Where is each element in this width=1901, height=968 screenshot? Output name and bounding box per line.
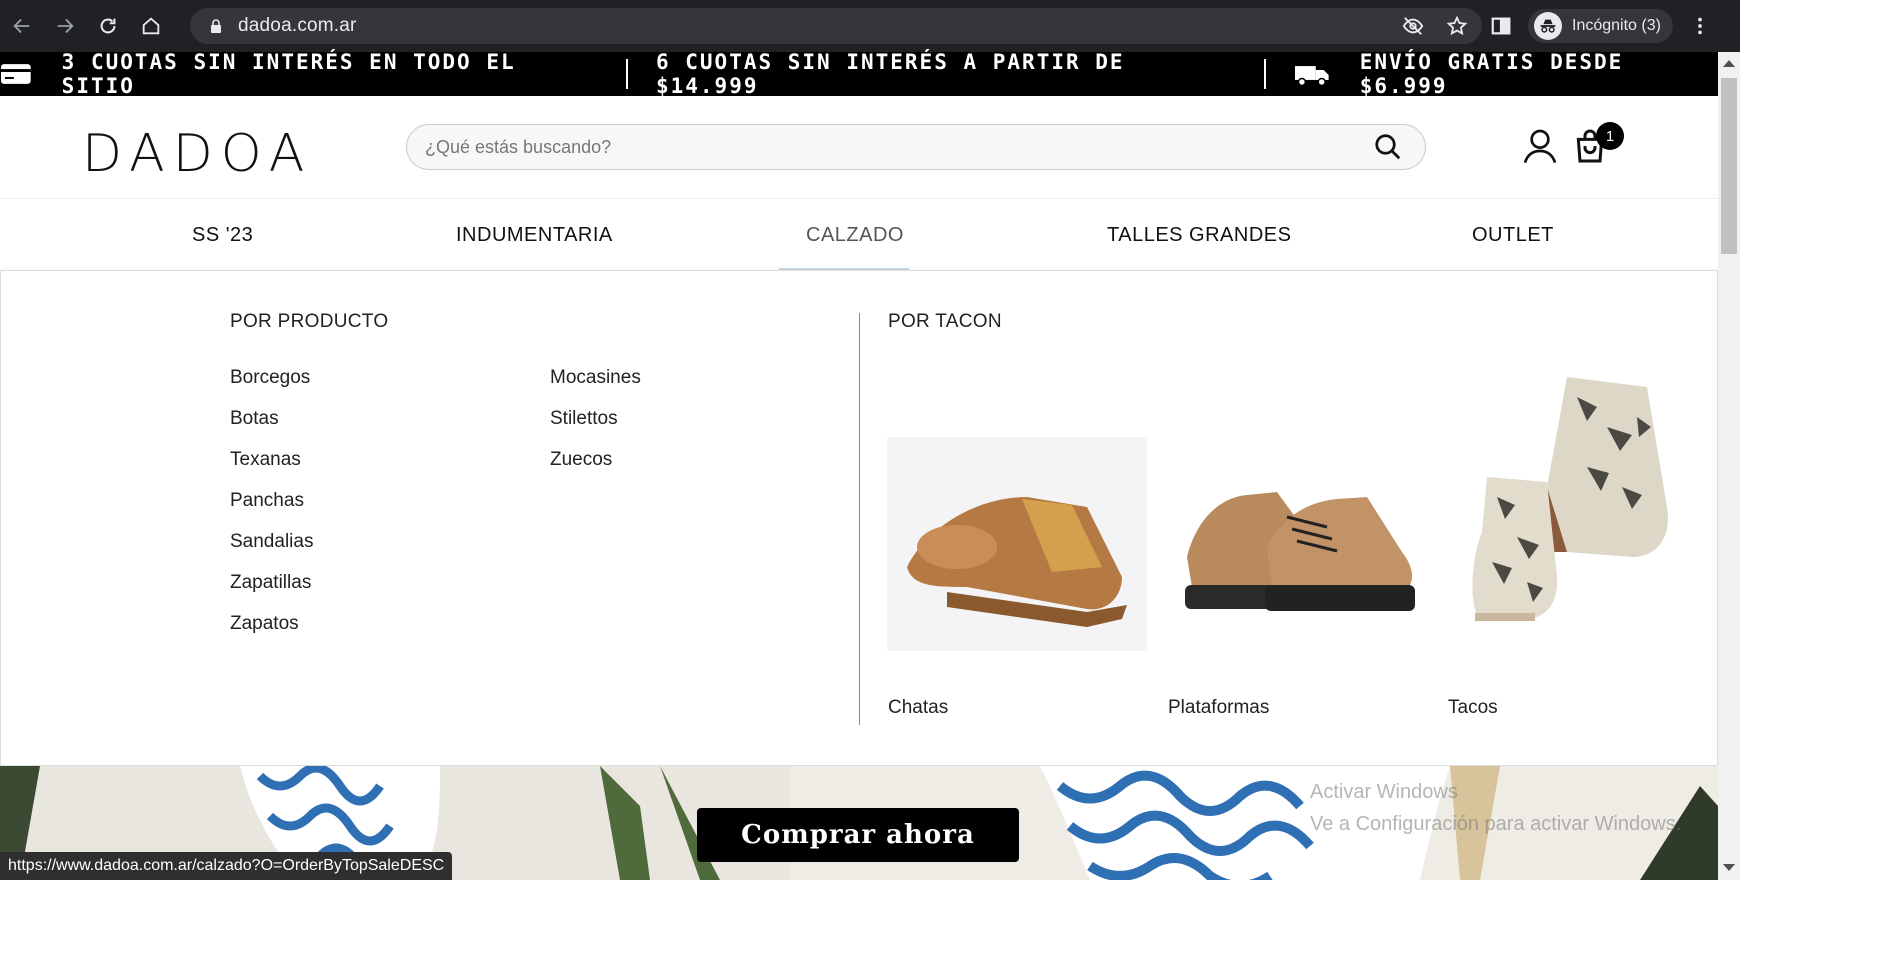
page-scrollbar[interactable] (1718, 52, 1740, 880)
side-panel-icon[interactable] (1490, 15, 1512, 37)
site-logo[interactable]: DADOA (82, 124, 312, 184)
user-icon[interactable] (1520, 126, 1560, 166)
tab-talles-grandes[interactable]: TALLES GRANDES (1107, 199, 1291, 271)
by-product-heading: POR PRODUCTO (230, 311, 389, 332)
truck-icon (1295, 66, 1329, 87)
kebab-menu-icon[interactable] (1689, 15, 1711, 37)
browser-actions: Incógnito (3) (1490, 0, 1711, 52)
scroll-up-arrow-icon[interactable] (1723, 60, 1735, 67)
scroll-down-arrow-icon[interactable] (1723, 864, 1735, 871)
tab-indumentaria[interactable]: INDUMENTARIA (456, 199, 613, 271)
incognito-label: Incógnito (3) (1572, 17, 1661, 34)
promo-text-2: 6 CUOTAS SIN INTERÉS A PARTIR DE $14.999 (655, 50, 1125, 98)
heel-link-chatas[interactable]: Chatas (888, 697, 948, 719)
eye-off-icon[interactable] (1402, 15, 1424, 37)
flat-shoe-image[interactable] (887, 437, 1147, 651)
arrow-right-icon (57, 18, 74, 34)
address-bar[interactable]: dadoa.com.ar (190, 8, 1482, 44)
home-icon (142, 17, 159, 35)
heel-link-tacos[interactable]: Tacos (1448, 697, 1498, 719)
address-url: dadoa.com.ar (238, 15, 357, 36)
menu-link-stilettos[interactable]: Stilettos (550, 408, 618, 430)
star-icon[interactable] (1446, 15, 1468, 37)
incognito-icon (1534, 12, 1562, 40)
buy-now-button[interactable]: Comprar ahora (697, 808, 1019, 862)
watermark-line-2: Ve a Configuración para activar Windows. (1310, 813, 1682, 835)
screen: dadoa.com.ar Incógnito (3) 3 CUOTAS SIN … (0, 0, 1901, 968)
promo-divider (1264, 59, 1267, 89)
menu-link-botas[interactable]: Botas (230, 408, 279, 430)
watermark-line-1: Activar Windows (1310, 781, 1458, 803)
reload-button[interactable] (86, 0, 129, 52)
cart-count-badge: 1 (1596, 122, 1624, 150)
menu-link-borcegos[interactable]: Borcegos (230, 367, 310, 389)
menu-link-zapatos[interactable]: Zapatos (230, 613, 299, 635)
menu-divider (859, 313, 860, 725)
promo-divider (626, 59, 628, 89)
browser-toolbar: dadoa.com.ar Incógnito (3) (0, 0, 1740, 52)
menu-link-zapatillas[interactable]: Zapatillas (230, 572, 311, 594)
windows-activation-watermark: Activar Windows Ve a Configuración para … (1310, 776, 1681, 840)
by-heel-heading: POR TACON (888, 311, 1002, 332)
promo-text-3: ENVÍO GRATIS DESDE $6.999 (1359, 50, 1624, 98)
lock-icon (211, 19, 221, 33)
site-header: DADOA (0, 96, 1722, 198)
back-button[interactable] (0, 0, 43, 52)
search-bar (406, 124, 1426, 170)
menu-link-panchas[interactable]: Panchas (230, 490, 304, 512)
menu-link-texanas[interactable]: Texanas (230, 449, 301, 471)
search-icon[interactable] (1373, 132, 1403, 162)
credit-card-icon (0, 64, 31, 84)
link-status-bar: https://www.dadoa.com.ar/calzado?O=Order… (0, 852, 453, 880)
arrow-left-icon (12, 18, 29, 34)
heel-link-plataformas[interactable]: Plataformas (1168, 697, 1269, 719)
menu-link-zuecos[interactable]: Zuecos (550, 449, 612, 471)
home-button[interactable] (129, 0, 172, 52)
menu-link-mocasines[interactable]: Mocasines (550, 367, 641, 389)
tab-calzado[interactable]: CALZADO (806, 199, 904, 271)
reload-icon (100, 18, 115, 34)
calzado-mega-menu: POR PRODUCTO Borcegos Botas Texanas Panc… (0, 270, 1718, 766)
search-input[interactable] (425, 136, 1373, 158)
platform-shoe-image[interactable] (1167, 437, 1427, 651)
menu-link-sandalias[interactable]: Sandalias (230, 531, 313, 553)
heel-boot-image[interactable] (1447, 357, 1697, 657)
incognito-profile-button[interactable]: Incógnito (3) (1528, 9, 1673, 43)
promo-bar: 3 CUOTAS SIN INTERÉS EN TODO EL SITIO 6 … (0, 50, 1722, 98)
tab-ss23[interactable]: SS '23 (192, 199, 253, 271)
promo-text-1: 3 CUOTAS SIN INTERÉS EN TODO EL SITIO (61, 50, 516, 98)
category-nav: SS '23 INDUMENTARIA CALZADO TALLES GRAND… (0, 198, 1722, 270)
scroll-thumb[interactable] (1721, 78, 1737, 254)
forward-button[interactable] (43, 0, 86, 52)
tab-outlet[interactable]: OUTLET (1472, 199, 1554, 271)
